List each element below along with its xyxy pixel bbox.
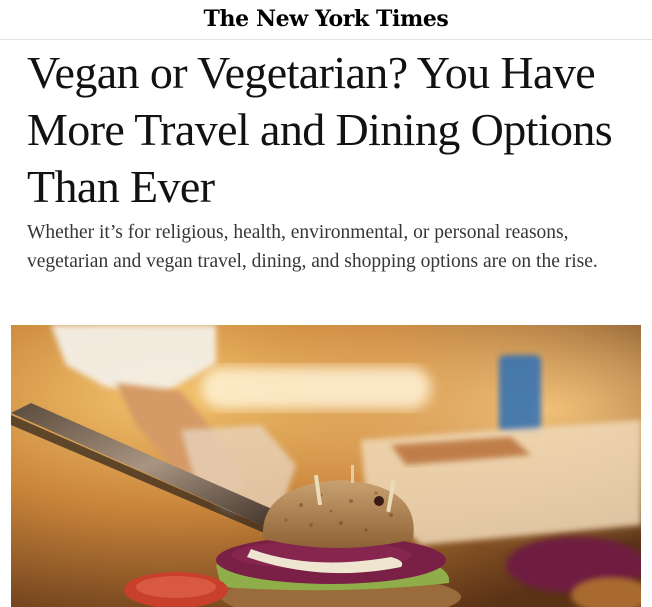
article-headline: Vegan or Vegetarian? You Have More Trave…: [27, 47, 613, 212]
article-summary: Whether it’s for religious, health, envi…: [27, 222, 598, 272]
hero-image: [11, 325, 641, 607]
veggie-burger-photo: [11, 325, 641, 607]
masthead: The New York Times: [0, 0, 652, 40]
nyt-logo[interactable]: The New York Times: [204, 6, 449, 32]
